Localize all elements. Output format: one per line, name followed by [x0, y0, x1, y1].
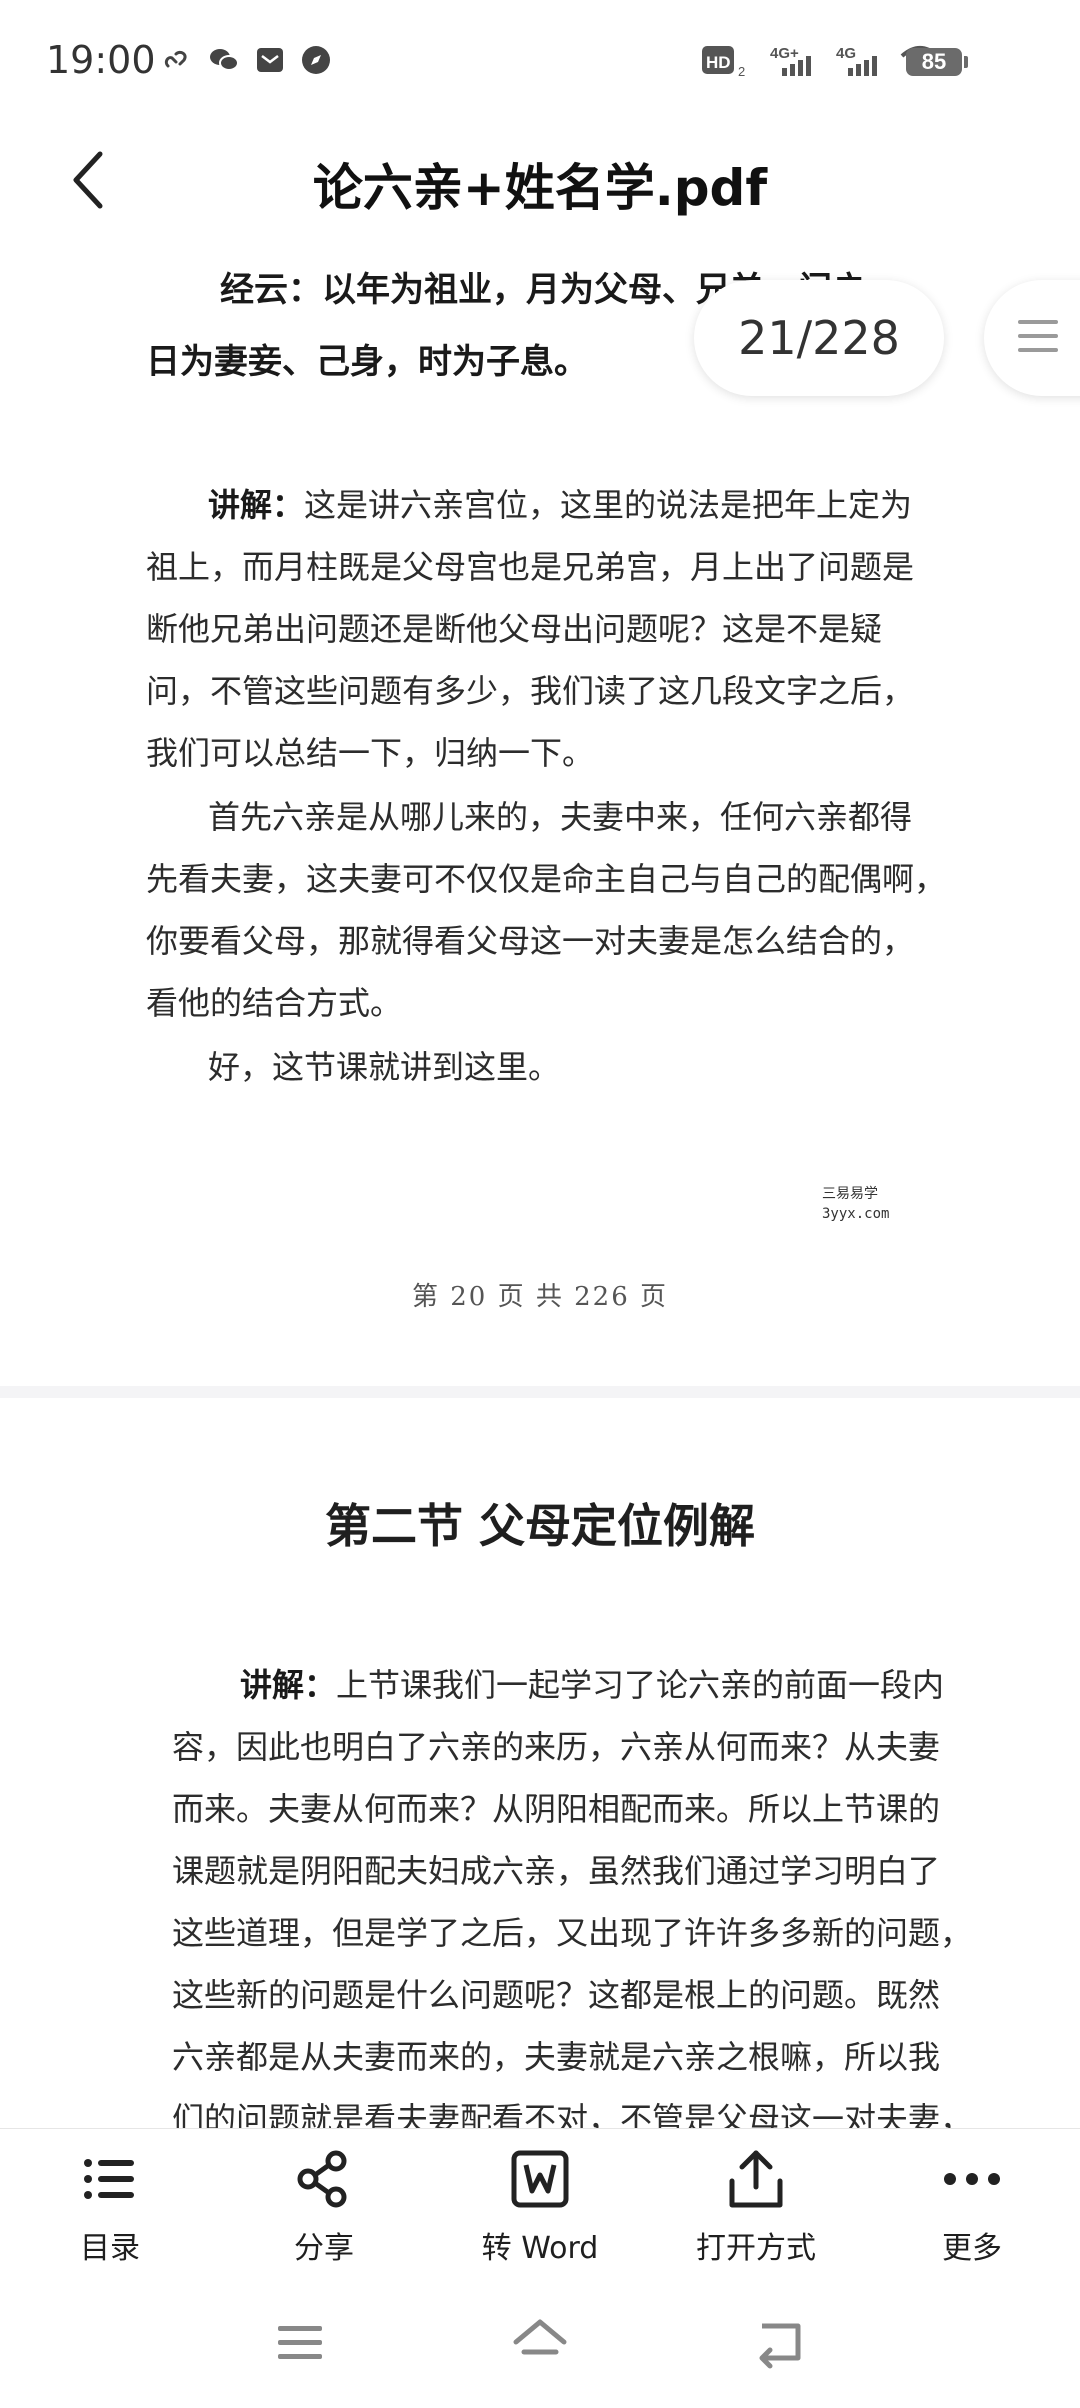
system-navigation-bar	[0, 2278, 1080, 2408]
toolbar-share-button[interactable]: 分享	[244, 2147, 404, 2267]
page-text-line: 六亲都是从夫妻而来的，夫妻就是六亲之根嘛，所以我	[172, 2038, 941, 2076]
page-text-line: 这些道理，但是学了之后，又出现了许许多多新的问题，	[172, 1914, 973, 1952]
link-icon	[164, 50, 187, 68]
menu-icon[interactable]	[270, 2312, 330, 2372]
svg-text:4G+: 4G+	[770, 45, 799, 62]
svg-text:HD: HD	[706, 53, 731, 72]
toolbar-catalog-button[interactable]: 目录	[30, 2147, 190, 2267]
system-icons: HD 2 4G+ 4G	[702, 44, 940, 78]
more-icon	[944, 2173, 1000, 2185]
page-text-line: 讲解：上节课我们一起学习了论六亲的前面一段内	[240, 1666, 945, 1704]
toolbar-label: 目录	[80, 2231, 140, 2266]
explanation-label: 讲解：	[208, 486, 305, 524]
page-text-line: 课题就是阴阳配夫妇成六亲，虽然我们通过学习明白了	[172, 1852, 941, 1890]
page-text-line: 容，因此也明白了六亲的来历，六亲从何而来？从夫妻	[172, 1728, 941, 1766]
status-bar: 19:00 HD 2 4G+ 4G 85	[0, 0, 1080, 126]
page-text-line: 我们可以总结一下，归纳一下。	[146, 734, 595, 772]
word-convert-icon	[511, 2150, 569, 2208]
battery-level: 85	[906, 48, 968, 76]
menu-lines-icon	[1018, 320, 1058, 362]
page-text-line: 看他的结合方式。	[146, 984, 403, 1022]
explanation-label: 讲解：	[240, 1666, 337, 1704]
page-text-line: 你要看父母，那就得看父母这一对夫妻是怎么结合的，	[146, 922, 915, 960]
page-counter[interactable]: 21/228	[694, 280, 944, 396]
page-text-line: 问，不管这些问题有多少，我们读了这几段文字之后，	[146, 672, 915, 710]
section-title: 第二节 父母定位例解	[324, 1499, 755, 1553]
page-footer: 第 20 页 共 226 页	[411, 1282, 669, 1312]
page-text-line: 日为妻妾、己身，时为子息。	[146, 342, 588, 382]
page-text-line: 们的问题就是看夫妻配看不对，不管是父母这一对夫妻，	[172, 2100, 973, 2128]
compass-icon	[302, 46, 330, 74]
notification-icons	[162, 44, 332, 76]
toolbar-label: 更多	[942, 2231, 1002, 2266]
page-text-line: 讲解：这是讲六亲宫位，这里的说法是把年上定为	[208, 486, 913, 524]
toolbar-label: 分享	[294, 2231, 354, 2266]
pdf-viewer[interactable]: 经云：以年为祖业，月为父母、兄弟，门户， 日为妻妾、己身，时为子息。 讲解：这是…	[0, 236, 1080, 2128]
page-text-line: 而来。夫妻从何而来？从阴阳相配而来。所以上节课的	[172, 1790, 941, 1828]
toolbar-label: 打开方式	[696, 2231, 816, 2266]
back-icon[interactable]	[750, 2312, 810, 2372]
app-header: 论六亲+姓名学.pdf	[0, 126, 1080, 236]
svg-text:2: 2	[738, 64, 745, 78]
toolbar-convert-word-button[interactable]: 转 Word	[460, 2147, 620, 2267]
page-text-line: 断他兄弟出问题还是断他父母出问题呢？这是不是疑	[146, 610, 883, 648]
page-text-line: 好，这节课就讲到这里。	[208, 1048, 561, 1086]
open-with-icon	[729, 2150, 783, 2208]
toolbar-label: 转 Word	[481, 2231, 599, 2266]
page-text-line: 先看夫妻，这夫妻可不仅仅是命主自己与自己的配偶啊，	[146, 860, 947, 898]
toolbar-open-with-button[interactable]: 打开方式	[676, 2147, 836, 2267]
bottom-toolbar: 目录 分享 转 Word 打开方式 更多	[0, 2128, 1080, 2279]
wechat-icon	[210, 49, 239, 71]
page-text-line: 首先六亲是从哪儿来的，夫妻中来，任何六亲都得	[208, 798, 913, 836]
list-icon	[84, 2159, 134, 2199]
battery-indicator: 85	[906, 48, 968, 76]
signal-4g-icon: 4G	[836, 45, 877, 76]
share-icon	[297, 2150, 347, 2208]
hd-icon: HD 2	[702, 46, 745, 78]
signal-4g-plus-icon: 4G+	[770, 45, 811, 76]
home-icon[interactable]	[510, 2312, 570, 2372]
page-text-line: 祖上，而月柱既是父母宫也是兄弟宫，月上出了问题是	[146, 548, 915, 586]
svg-text:4G: 4G	[836, 45, 856, 62]
document-title: 论六亲+姓名学.pdf	[312, 159, 768, 217]
status-time: 19:00	[46, 38, 156, 82]
pdf-page: 经云：以年为祖业，月为父母、兄弟，门户， 日为妻妾、己身，时为子息。 讲解：这是…	[0, 236, 1080, 1386]
watermark: 三易易学 3yyx.com	[822, 1186, 890, 1222]
toolbar-more-button[interactable]: 更多	[892, 2147, 1052, 2267]
message-icon	[257, 48, 283, 72]
page-text-line: 这些新的问题是什么问题呢？这都是根上的问题。既然	[172, 1976, 941, 2014]
